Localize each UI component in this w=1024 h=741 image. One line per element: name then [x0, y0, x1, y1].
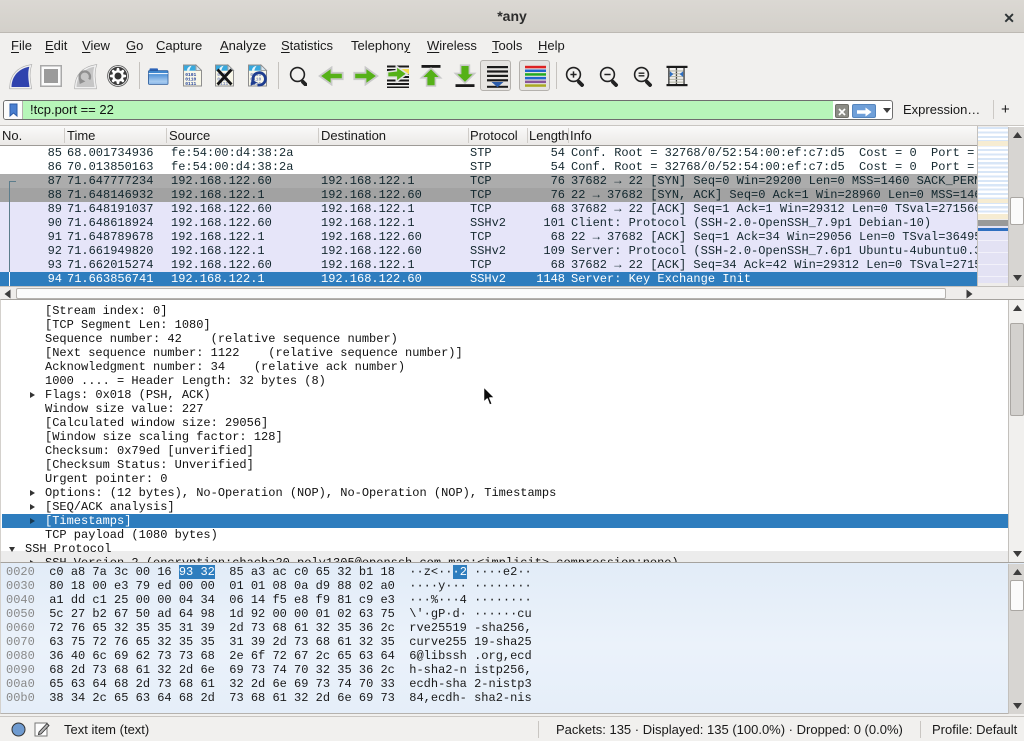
svg-text:0111: 0111	[185, 81, 196, 87]
